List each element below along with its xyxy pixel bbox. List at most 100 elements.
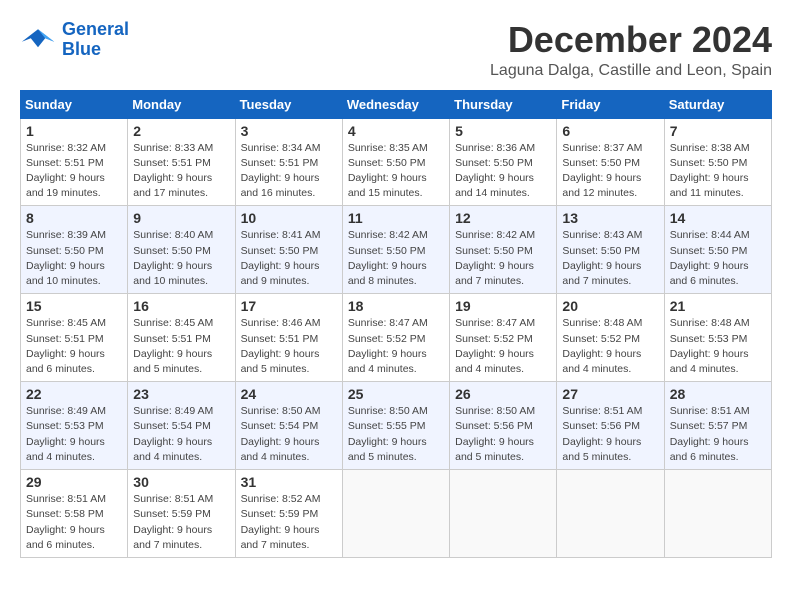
calendar-cell: 25Sunrise: 8:50 AMSunset: 5:55 PMDayligh… (342, 382, 449, 470)
calendar-cell: 6 Sunrise: 8:37 AMSunset: 5:50 PMDaylight… (557, 118, 664, 206)
day-info: Sunrise: 8:37 AMSunset: 5:50 PMDaylight:… (562, 141, 658, 202)
calendar-cell: 21 Sunrise: 8:48 AMSunset: 5:53 PMDayligh… (664, 294, 771, 382)
calendar-table: Sunday Monday Tuesday Wednesday Thursday… (20, 90, 772, 558)
page-header: General Blue December 2024 Laguna Dalga,… (20, 20, 772, 80)
day-info: Sunrise: 8:51 AMSunset: 5:56 PMDaylight:… (562, 404, 658, 465)
day-number: 4 (348, 123, 444, 139)
day-info: Sunrise: 8:48 AMSunset: 5:52 PMDaylight:… (562, 316, 658, 377)
day-info: Sunrise: 8:39 AMSunset: 5:50 PMDaylight:… (26, 228, 122, 289)
calendar-cell: 11Sunrise: 8:42 AMSunset: 5:50 PMDayligh… (342, 206, 449, 294)
header-monday: Monday (128, 90, 235, 118)
day-info: Sunrise: 8:45 AMSunset: 5:51 PMDaylight:… (26, 316, 122, 377)
day-info: Sunrise: 8:36 AMSunset: 5:50 PMDaylight:… (455, 141, 551, 202)
title-area: December 2024 Laguna Dalga, Castille and… (490, 20, 772, 80)
logo-text: General Blue (62, 20, 129, 60)
header-tuesday: Tuesday (235, 90, 342, 118)
calendar-cell: 30 Sunrise: 8:51 AMSunset: 5:59 PMDayligh… (128, 470, 235, 558)
day-number: 22 (26, 386, 122, 402)
day-info: Sunrise: 8:35 AMSunset: 5:50 PMDaylight:… (348, 141, 444, 202)
day-info: Sunrise: 8:47 AMSunset: 5:52 PMDaylight:… (348, 316, 444, 377)
day-number: 6 (562, 123, 658, 139)
day-number: 25 (348, 386, 444, 402)
header-friday: Friday (557, 90, 664, 118)
day-number: 9 (133, 210, 229, 226)
day-info: Sunrise: 8:50 AMSunset: 5:54 PMDaylight:… (241, 404, 337, 465)
calendar-cell: 18 Sunrise: 8:47 AMSunset: 5:52 PMDayligh… (342, 294, 449, 382)
day-number: 23 (133, 386, 229, 402)
header-saturday: Saturday (664, 90, 771, 118)
day-number: 31 (241, 474, 337, 490)
calendar-cell (664, 470, 771, 558)
day-number: 26 (455, 386, 551, 402)
calendar-cell: 10 Sunrise: 8:41 AMSunset: 5:50 PMDayligh… (235, 206, 342, 294)
header-wednesday: Wednesday (342, 90, 449, 118)
calendar-cell: 1 Sunrise: 8:32 AMSunset: 5:51 PMDaylight… (21, 118, 128, 206)
day-number: 1 (26, 123, 122, 139)
day-info: Sunrise: 8:33 AMSunset: 5:51 PMDaylight:… (133, 141, 229, 202)
calendar-cell: 13Sunrise: 8:43 AMSunset: 5:50 PMDayligh… (557, 206, 664, 294)
day-number: 28 (670, 386, 766, 402)
calendar-cell: 19 Sunrise: 8:47 AMSunset: 5:52 PMDayligh… (450, 294, 557, 382)
calendar-cell: 9 Sunrise: 8:40 AMSunset: 5:50 PMDaylight… (128, 206, 235, 294)
day-info: Sunrise: 8:48 AMSunset: 5:53 PMDaylight:… (670, 316, 766, 377)
day-info: Sunrise: 8:34 AMSunset: 5:51 PMDaylight:… (241, 141, 337, 202)
header-thursday: Thursday (450, 90, 557, 118)
day-number: 5 (455, 123, 551, 139)
day-info: Sunrise: 8:45 AMSunset: 5:51 PMDaylight:… (133, 316, 229, 377)
calendar-cell: 7Sunrise: 8:38 AMSunset: 5:50 PMDaylight… (664, 118, 771, 206)
day-info: Sunrise: 8:51 AMSunset: 5:59 PMDaylight:… (133, 492, 229, 553)
calendar-title: December 2024 (490, 20, 772, 60)
day-info: Sunrise: 8:44 AMSunset: 5:50 PMDaylight:… (670, 228, 766, 289)
calendar-subtitle: Laguna Dalga, Castille and Leon, Spain (490, 62, 772, 80)
calendar-week-row: 22 Sunrise: 8:49 AMSunset: 5:53 PMDayligh… (21, 382, 772, 470)
calendar-cell: 28 Sunrise: 8:51 AMSunset: 5:57 PMDayligh… (664, 382, 771, 470)
day-number: 29 (26, 474, 122, 490)
calendar-cell: 8 Sunrise: 8:39 AMSunset: 5:50 PMDaylight… (21, 206, 128, 294)
calendar-week-row: 1 Sunrise: 8:32 AMSunset: 5:51 PMDaylight… (21, 118, 772, 206)
calendar-cell: 16Sunrise: 8:45 AMSunset: 5:51 PMDayligh… (128, 294, 235, 382)
day-number: 15 (26, 298, 122, 314)
day-info: Sunrise: 8:47 AMSunset: 5:52 PMDaylight:… (455, 316, 551, 377)
calendar-cell: 23Sunrise: 8:49 AMSunset: 5:54 PMDayligh… (128, 382, 235, 470)
day-number: 17 (241, 298, 337, 314)
calendar-cell: 20 Sunrise: 8:48 AMSunset: 5:52 PMDayligh… (557, 294, 664, 382)
day-number: 2 (133, 123, 229, 139)
day-number: 24 (241, 386, 337, 402)
day-info: Sunrise: 8:52 AMSunset: 5:59 PMDaylight:… (241, 492, 337, 553)
calendar-cell: 31 Sunrise: 8:52 AMSunset: 5:59 PMDayligh… (235, 470, 342, 558)
day-info: Sunrise: 8:51 AMSunset: 5:57 PMDaylight:… (670, 404, 766, 465)
day-info: Sunrise: 8:40 AMSunset: 5:50 PMDaylight:… (133, 228, 229, 289)
day-info: Sunrise: 8:41 AMSunset: 5:50 PMDaylight:… (241, 228, 337, 289)
day-number: 18 (348, 298, 444, 314)
day-number: 14 (670, 210, 766, 226)
day-number: 10 (241, 210, 337, 226)
day-number: 8 (26, 210, 122, 226)
calendar-cell: 24 Sunrise: 8:50 AMSunset: 5:54 PMDayligh… (235, 382, 342, 470)
calendar-cell (450, 470, 557, 558)
calendar-cell: 22 Sunrise: 8:49 AMSunset: 5:53 PMDayligh… (21, 382, 128, 470)
day-number: 21 (670, 298, 766, 314)
calendar-cell: 26Sunrise: 8:50 AMSunset: 5:56 PMDayligh… (450, 382, 557, 470)
day-number: 13 (562, 210, 658, 226)
day-info: Sunrise: 8:51 AMSunset: 5:58 PMDaylight:… (26, 492, 122, 553)
logo-icon (20, 25, 56, 55)
calendar-week-row: 29 Sunrise: 8:51 AMSunset: 5:58 PMDayligh… (21, 470, 772, 558)
day-number: 3 (241, 123, 337, 139)
day-info: Sunrise: 8:38 AMSunset: 5:50 PMDaylight:… (670, 141, 766, 202)
day-number: 20 (562, 298, 658, 314)
calendar-week-row: 8 Sunrise: 8:39 AMSunset: 5:50 PMDaylight… (21, 206, 772, 294)
calendar-cell: 12Sunrise: 8:42 AMSunset: 5:50 PMDayligh… (450, 206, 557, 294)
calendar-cell (557, 470, 664, 558)
calendar-cell: 4 Sunrise: 8:35 AMSunset: 5:50 PMDaylight… (342, 118, 449, 206)
day-info: Sunrise: 8:32 AMSunset: 5:51 PMDaylight:… (26, 141, 122, 202)
calendar-cell: 2 Sunrise: 8:33 AMSunset: 5:51 PMDaylight… (128, 118, 235, 206)
calendar-cell: 3 Sunrise: 8:34 AMSunset: 5:51 PMDaylight… (235, 118, 342, 206)
header-sunday: Sunday (21, 90, 128, 118)
day-number: 11 (348, 210, 444, 226)
day-number: 19 (455, 298, 551, 314)
day-info: Sunrise: 8:49 AMSunset: 5:53 PMDaylight:… (26, 404, 122, 465)
day-number: 30 (133, 474, 229, 490)
day-number: 12 (455, 210, 551, 226)
calendar-cell: 29 Sunrise: 8:51 AMSunset: 5:58 PMDayligh… (21, 470, 128, 558)
calendar-cell: 27Sunrise: 8:51 AMSunset: 5:56 PMDayligh… (557, 382, 664, 470)
